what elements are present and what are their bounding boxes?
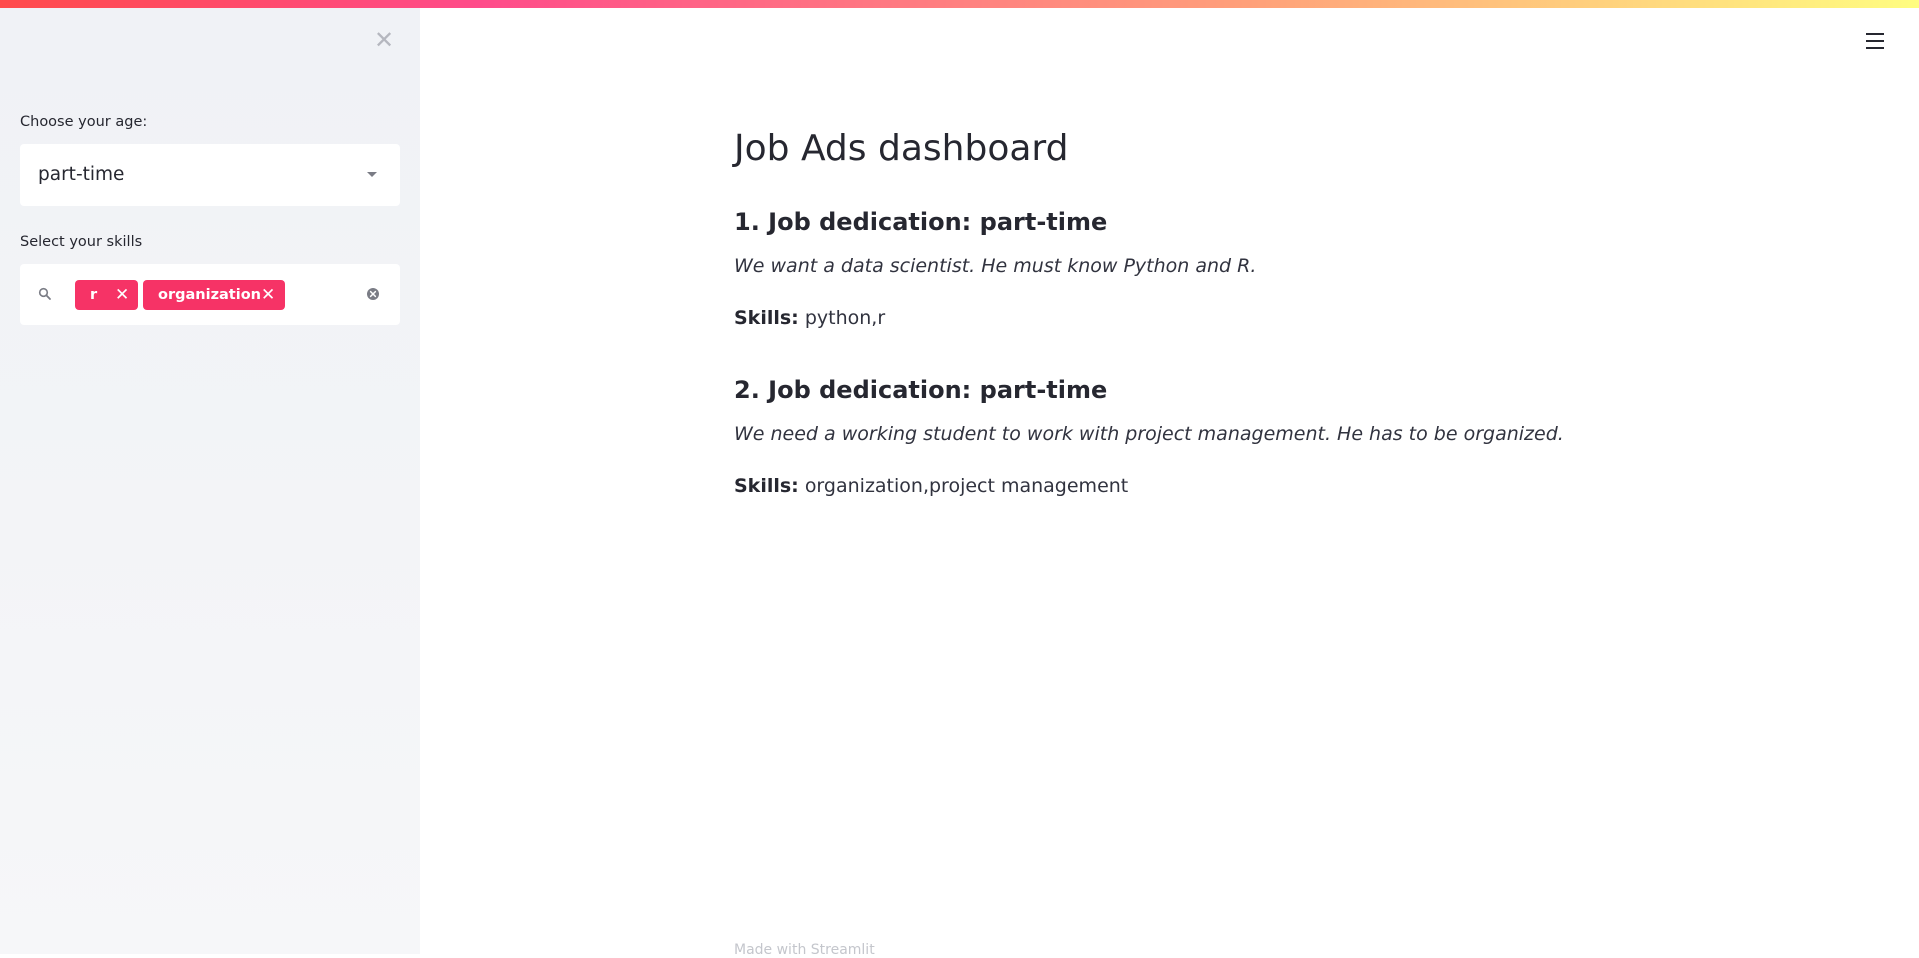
footer-text[interactable]: Made with Streamlit (734, 942, 875, 958)
close-icon[interactable]: ✕ (371, 27, 397, 53)
age-select-value: part-time (38, 164, 125, 185)
job-heading: 2. Job dedication: part-time (734, 376, 1108, 404)
page-title: Job Ads dashboard (734, 128, 1069, 169)
clear-circle-icon[interactable] (366, 287, 380, 301)
age-select[interactable]: part-time (20, 144, 400, 206)
x-icon[interactable]: ✕ (115, 280, 129, 310)
job-skills: Skills: python,r (734, 307, 885, 329)
skills-label: Skills: (734, 307, 799, 329)
hamburger-menu-icon[interactable] (1864, 30, 1886, 52)
skills-label: Skills: (734, 475, 799, 497)
x-icon[interactable]: ✕ (261, 280, 275, 310)
top-decoration-bar (0, 0, 1919, 8)
skills-label: Select your skills (20, 234, 143, 250)
skills-value: organization,project management (804, 475, 1129, 497)
skill-tag-label: r (90, 287, 98, 303)
job-description: We need a working student to work with p… (734, 423, 1564, 445)
skill-tag-organization[interactable]: organization ✕ (143, 280, 285, 310)
skill-tag-r[interactable]: r ✕ (75, 280, 138, 310)
job-skills: Skills: organization,project management (734, 475, 1128, 497)
job-description: We want a data scientist. He must know P… (734, 255, 1257, 277)
job-heading: 1. Job dedication: part-time (734, 208, 1108, 236)
chevron-down-icon[interactable] (367, 172, 377, 177)
skills-multiselect[interactable]: r ✕ organization ✕ (20, 264, 400, 325)
age-label: Choose your age: (20, 114, 148, 130)
search-icon (38, 287, 51, 300)
skills-value: python,r (804, 307, 886, 329)
skill-tag-label: organization (158, 287, 261, 303)
sidebar: ✕ Choose your age: part-time Select your… (0, 0, 420, 954)
